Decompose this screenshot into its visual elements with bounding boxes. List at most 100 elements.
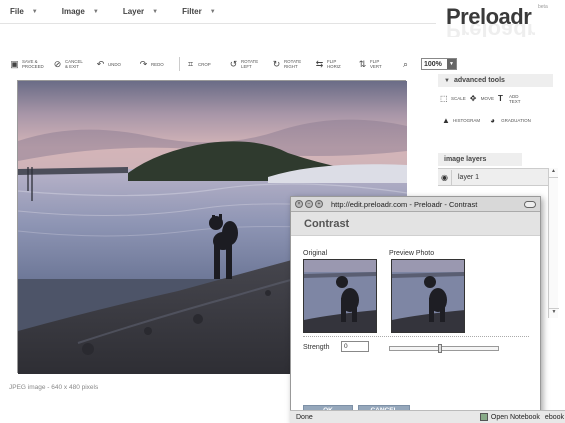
flip-horizontal-icon: ⇆ xyxy=(315,58,324,69)
status-text: Done xyxy=(296,413,313,421)
flip-horizontal-label: FLIP HORIZ xyxy=(327,59,341,69)
menu-layer[interactable]: Layer ▼ xyxy=(123,7,158,16)
menu-filter[interactable]: Filter ▼ xyxy=(182,7,216,16)
chevron-down-icon: ▼ xyxy=(31,8,38,15)
save-proceed-button[interactable]: ▣ SAVE & PROCEED xyxy=(10,59,44,69)
layer-label: layer 1 xyxy=(458,173,480,181)
open-notebook-label: Open Notebook xyxy=(490,413,540,421)
eye-icon[interactable]: ◉ xyxy=(438,169,452,185)
add-text-label: ADD TEXT xyxy=(509,93,521,104)
minimize-icon[interactable]: − xyxy=(305,200,313,208)
window-controls: × − + xyxy=(295,200,325,208)
menu-file[interactable]: File ▼ xyxy=(10,7,38,16)
save-proceed-label: SAVE & PROCEED xyxy=(22,59,44,69)
advanced-tools-title: advanced tools xyxy=(453,77,505,84)
layers-scrollbar[interactable]: ▲ ▼ xyxy=(548,168,559,318)
menu-file-label: File xyxy=(10,7,24,16)
scroll-down-icon[interactable]: ▼ xyxy=(549,308,559,318)
move-tool[interactable]: ✥ MOVE xyxy=(470,92,494,105)
zoom-button[interactable]: ⌕ xyxy=(401,58,410,69)
redo-icon: ↷ xyxy=(139,58,148,69)
layer-row[interactable]: ◉ layer 1 xyxy=(438,169,558,186)
scroll-up-icon[interactable]: ▲ xyxy=(549,168,558,178)
advanced-tools-header[interactable]: ▼ advanced tools xyxy=(438,74,553,87)
redo-label: REDO xyxy=(151,61,164,67)
rotate-right-icon: ↻ xyxy=(272,58,281,69)
cancel-exit-button[interactable]: ⊘ CANCEL & EXIT xyxy=(53,59,87,69)
zoom-icon[interactable]: + xyxy=(315,200,323,208)
status-bar: Done Open Notebook ebook xyxy=(290,410,565,423)
dialog-body: Original Preview Photo Strength 0 xyxy=(291,236,540,423)
menu-bar: File ▼ Image ▼ Layer ▼ Filter ▼ xyxy=(0,0,436,24)
move-icon: ✥ xyxy=(469,94,477,103)
slider-handle[interactable] xyxy=(437,344,442,353)
save-icon: ▣ xyxy=(10,58,19,69)
flip-vertical-button[interactable]: ⇅ FLIP VERT xyxy=(358,59,392,69)
toolbar: ▣ SAVE & PROCEED ⊘ CANCEL & EXIT ↶ UNDO ↷ RE… xyxy=(10,56,457,72)
preview-photo-label: Preview Photo xyxy=(389,250,435,257)
popup-window-title: http://edit.preloadr.com - Preloadr - Co… xyxy=(331,199,478,209)
beta-label: beta xyxy=(538,4,548,10)
undo-label: UNDO xyxy=(108,61,121,67)
original-label: Original xyxy=(303,250,328,257)
strength-slider[interactable] xyxy=(389,344,499,353)
chevron-down-icon: ▼ xyxy=(209,8,216,15)
toolbar-toggle-icon[interactable] xyxy=(524,200,536,208)
histogram-label: HISTOGRAM xyxy=(453,118,481,123)
chevron-down-icon: ▼ xyxy=(152,8,159,15)
original-thumbnail-image xyxy=(304,260,376,332)
strength-input[interactable] xyxy=(341,341,369,352)
histogram-icon: ▲ xyxy=(442,116,450,125)
open-notebook-button[interactable]: Open Notebook xyxy=(479,413,540,421)
original-thumbnail xyxy=(303,259,377,333)
notebook-icon xyxy=(479,413,488,421)
advanced-tools-row-2: ▲ HISTOGRAM ◕ GRADUATION xyxy=(442,114,535,127)
histogram-tool[interactable]: ▲ HISTOGRAM xyxy=(442,114,480,127)
flip-vertical-icon: ⇅ xyxy=(358,58,367,69)
rotate-right-label: ROTATE RIGHT xyxy=(284,59,302,69)
menu-image-label: Image xyxy=(61,7,85,16)
cancel-exit-label: CANCEL & EXIT xyxy=(65,59,83,69)
menu-image[interactable]: Image ▼ xyxy=(62,7,99,16)
crop-icon: ⌗ xyxy=(187,58,194,69)
move-label: MOVE xyxy=(480,96,495,101)
chevron-down-icon: ▼ xyxy=(444,77,450,84)
crop-button[interactable]: ⌗ CROP xyxy=(186,58,220,69)
rotate-right-button[interactable]: ↻ ROTATE RIGHT xyxy=(272,59,306,69)
chevron-down-icon: ▼ xyxy=(447,59,456,69)
redo-button[interactable]: ↷ REDO xyxy=(139,58,173,69)
advanced-tools-row-1: ⬚ SCALE ✥ MOVE T ADD TEXT xyxy=(440,92,558,105)
zoom-select[interactable]: 100% ▼ xyxy=(421,58,457,70)
graduation-icon: ◕ xyxy=(490,116,496,125)
image-info: JPEG image - 640 x 480 pixels xyxy=(9,384,99,391)
popup-titlebar[interactable]: × − + http://edit.preloadr.com - Preload… xyxy=(291,197,540,212)
dialog-divider xyxy=(303,336,529,337)
undo-button[interactable]: ↶ UNDO xyxy=(96,58,130,69)
magnifier-icon: ⌕ xyxy=(402,58,409,69)
toolbar-divider xyxy=(179,57,180,71)
zoom-value: 100% xyxy=(424,60,442,68)
add-text-tool[interactable]: T ADD TEXT xyxy=(498,92,521,105)
app-window: File ▼ Image ▼ Layer ▼ Filter ▼ Preloadr Pre… xyxy=(0,0,565,423)
preview-thumbnail xyxy=(391,259,465,333)
scale-icon: ⬚ xyxy=(440,94,448,103)
flip-vertical-label: FLIP VERT xyxy=(370,59,382,69)
rotate-left-label: ROTATE LEFT xyxy=(241,59,259,69)
scale-label: SCALE xyxy=(451,96,466,101)
menu-filter-label: Filter xyxy=(182,7,202,16)
close-icon[interactable]: × xyxy=(295,200,303,208)
chevron-down-icon: ▼ xyxy=(92,8,99,15)
rotate-left-icon: ↺ xyxy=(229,58,238,69)
scale-tool[interactable]: ⬚ SCALE xyxy=(440,92,466,105)
crop-label: CROP xyxy=(198,61,211,67)
undo-icon: ↶ xyxy=(96,58,105,69)
image-layers-header: image layers xyxy=(438,153,522,166)
strength-label: Strength xyxy=(303,344,330,351)
logo-reflection: Preloadr xyxy=(446,24,536,37)
rotate-left-button[interactable]: ↺ ROTATE LEFT xyxy=(229,59,263,69)
flip-horizontal-button[interactable]: ⇆ FLIP HORIZ xyxy=(315,59,349,69)
graduation-tool[interactable]: ◕ GRADUATION xyxy=(490,114,531,127)
add-text-icon: T xyxy=(498,94,503,103)
preview-thumbnail-image xyxy=(392,260,464,332)
graduation-label: GRADUATION xyxy=(501,118,531,123)
